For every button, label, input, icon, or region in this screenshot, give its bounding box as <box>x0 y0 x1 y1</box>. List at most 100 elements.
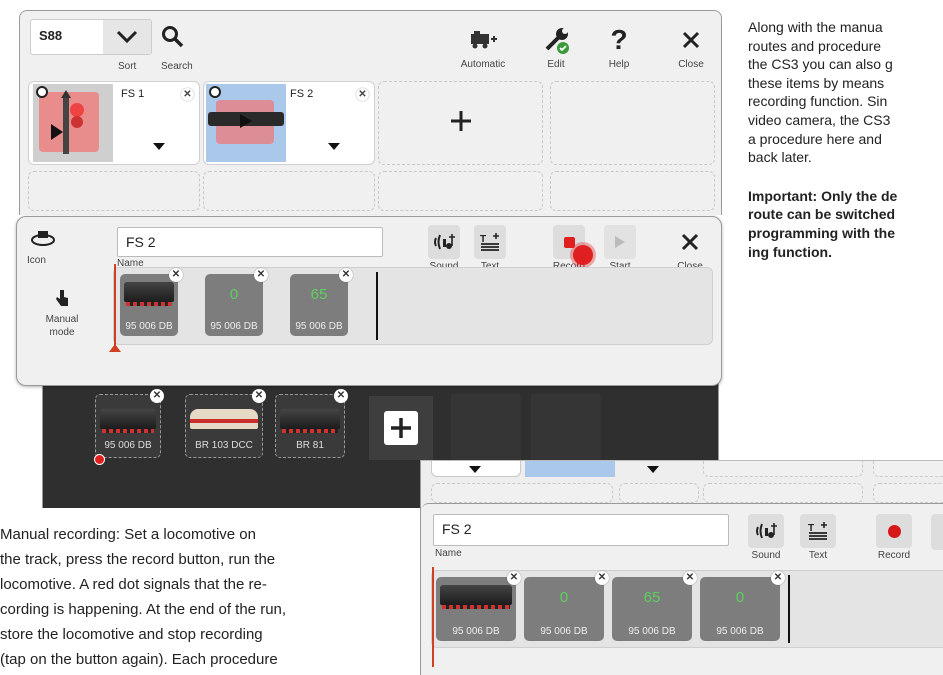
timeline-cursor[interactable] <box>432 567 434 667</box>
step-item[interactable]: 0 ✕ 95 006 DB <box>205 268 268 336</box>
close-icon <box>674 23 708 57</box>
route-tile-1[interactable]: FS 1 ✕ <box>28 81 200 165</box>
important-line: programming with the <box>748 224 895 241</box>
empty-tile <box>703 483 863 503</box>
sound-button[interactable]: Sound <box>741 510 791 570</box>
caption-line: store the locomotive and stop recording <box>0 626 263 643</box>
route-editor-dialog: Icon FS 2 Name Sound T Text Record Start… <box>16 216 722 386</box>
empty-tile <box>378 171 543 211</box>
text-line: Along with the manua <box>748 19 883 35</box>
empty-slot <box>531 394 601 464</box>
empty-tile <box>873 483 943 503</box>
record-dot-icon <box>36 86 48 98</box>
name-label: Name <box>435 548 462 559</box>
empty-tile <box>619 483 699 503</box>
step-item[interactable]: 65 ✕ 95 006 DB <box>612 571 697 641</box>
caption-line: (tap on the button again). Each procedur… <box>0 651 278 668</box>
empty-slot <box>451 394 521 464</box>
name-input[interactable]: FS 2 <box>117 227 383 257</box>
close-icon[interactable]: ✕ <box>334 389 348 403</box>
close-icon[interactable]: ✕ <box>150 389 164 403</box>
important-line: route can be switched <box>748 206 896 223</box>
play-icon <box>604 225 636 259</box>
close-icon[interactable]: ✕ <box>254 268 268 282</box>
text-line: recording function. Sin <box>748 93 888 110</box>
timeline: ✕ 95 006 DB 0 ✕ 95 006 DB 65 ✕ 95 006 DB… <box>431 567 943 667</box>
search-icon <box>161 25 185 49</box>
important-line: Important: Only the de <box>748 187 898 204</box>
chevron-down-icon <box>647 461 659 479</box>
mode-label: Manual mode <box>45 314 79 338</box>
step-caption: 95 006 DB <box>716 626 764 637</box>
close-icon[interactable]: ✕ <box>771 571 785 585</box>
help-icon: ? <box>610 24 628 55</box>
edit-button[interactable]: Edit <box>530 19 582 79</box>
close-icon[interactable]: ✕ <box>339 268 353 282</box>
record-icon <box>553 225 593 265</box>
empty-tile <box>873 461 943 477</box>
plus-icon <box>384 411 418 445</box>
locomotive-icon <box>466 23 500 57</box>
route-tile-2[interactable]: FS 2 ✕ <box>203 81 375 165</box>
manual-mode-button[interactable]: Manual mode <box>25 277 99 347</box>
chevron-down-icon[interactable] <box>103 20 151 54</box>
record-icon <box>876 514 912 548</box>
electric-loco-icon <box>190 409 258 429</box>
text-line: video camera, the CS3 <box>748 111 891 128</box>
signal-icon <box>33 84 113 162</box>
loco-caption: BR 81 <box>296 440 324 451</box>
record-button[interactable]: Record <box>867 510 921 570</box>
caption-line: locomotive. A red dot signals that the r… <box>0 576 267 593</box>
sound-icon <box>428 225 460 259</box>
step-caption: 95 006 DB <box>628 626 676 637</box>
step-speed-value: 0 <box>559 589 569 606</box>
loco-list-item[interactable]: ✕ 95 006 DB <box>94 389 164 465</box>
route-tile-label: FS 1 <box>121 88 145 100</box>
loco-list-item[interactable]: ✕ BR 103 DCC <box>185 389 266 458</box>
empty-tile <box>431 483 613 503</box>
text-icon: T <box>800 514 836 548</box>
step-item[interactable]: ✕ 95 006 DB <box>120 268 183 336</box>
loco-list-item[interactable]: ✕ BR 81 <box>275 389 348 458</box>
add-route-tile[interactable] <box>378 81 543 165</box>
step-item[interactable]: 65 ✕ 95 006 DB <box>290 268 353 336</box>
close-icon <box>673 225 707 259</box>
empty-tile <box>203 171 375 211</box>
step-item[interactable]: ✕ 95 006 DB <box>436 571 521 641</box>
close-icon[interactable]: ✕ <box>252 389 266 403</box>
plus-icon <box>450 110 472 137</box>
chevron-down-icon[interactable] <box>328 138 340 156</box>
chevron-down-icon <box>469 461 481 479</box>
timeline-cursor[interactable] <box>114 264 116 350</box>
close-icon[interactable]: ✕ <box>181 88 194 101</box>
step-caption: 95 006 DB <box>452 626 500 637</box>
hand-pointer-icon <box>54 289 70 307</box>
automatic-button[interactable]: Automatic <box>453 19 513 79</box>
step-item[interactable]: 0 ✕ 95 006 DB <box>524 571 609 641</box>
recording-pulse-icon <box>573 245 593 265</box>
empty-tile <box>28 171 200 211</box>
empty-tile <box>550 171 715 211</box>
close-icon[interactable]: ✕ <box>356 88 369 101</box>
text-button[interactable]: T Text <box>795 510 841 570</box>
close-icon[interactable]: ✕ <box>507 571 521 585</box>
close-icon[interactable]: ✕ <box>683 571 697 585</box>
add-locomotive-button[interactable] <box>369 396 433 460</box>
close-icon[interactable]: ✕ <box>169 268 183 282</box>
timeline-cursor-handle <box>109 344 121 352</box>
close-button[interactable]: Close <box>665 19 717 79</box>
step-item[interactable]: 0 ✕ 95 006 DB <box>700 571 785 641</box>
close-icon[interactable]: ✕ <box>595 571 609 585</box>
important-line: ing function. <box>748 243 832 260</box>
chevron-down-icon[interactable] <box>153 138 165 156</box>
step-caption: 95 006 DB <box>540 626 588 637</box>
help-button[interactable]: ? Help <box>593 19 645 79</box>
edit-label: Edit <box>547 59 565 70</box>
name-input[interactable]: FS 2 <box>433 514 729 546</box>
start-button[interactable] <box>931 514 943 550</box>
sound-label: Sound <box>751 550 781 561</box>
caption-line: Manual recording: Set a locomotive on <box>0 526 256 543</box>
timeline-end-marker <box>788 575 790 643</box>
s88-selector[interactable]: S88 <box>30 19 152 55</box>
step-speed-value: 65 <box>310 286 328 303</box>
